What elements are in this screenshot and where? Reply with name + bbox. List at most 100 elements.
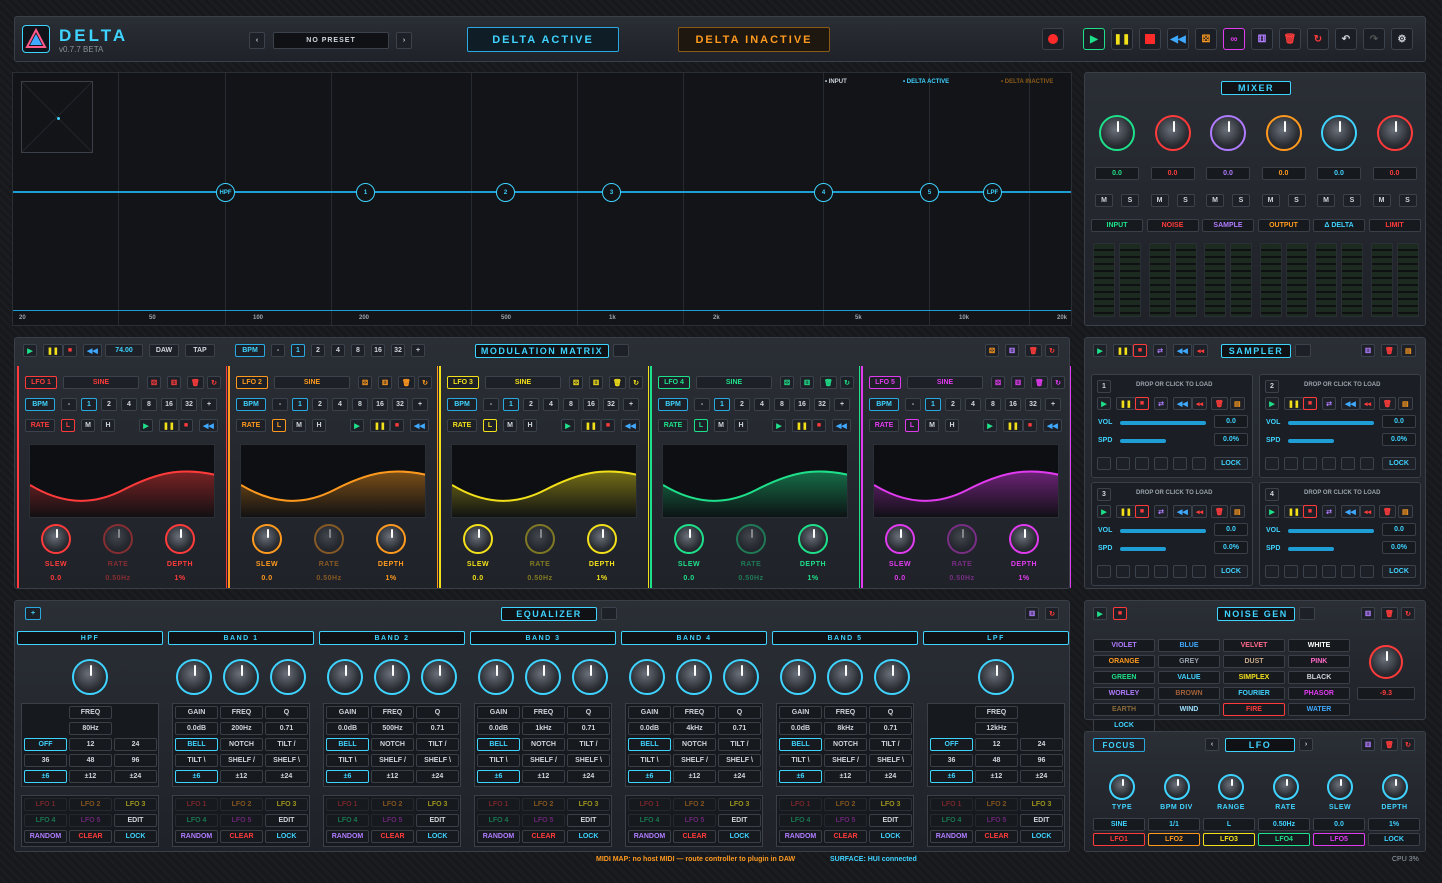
eq-param-knob[interactable]	[421, 659, 457, 695]
focus-lfo-select[interactable]: LFO4	[1258, 833, 1310, 846]
lfo-random-icon[interactable]: ⚄	[780, 376, 795, 389]
eq-range-6[interactable]: ±6	[477, 770, 520, 783]
lfo-play-icon[interactable]: ▶	[139, 419, 153, 432]
noise-type-button[interactable]: GREY	[1158, 655, 1220, 668]
eq-node-handle[interactable]: 3	[602, 183, 621, 202]
slot-step-button[interactable]	[1322, 457, 1336, 470]
noise-reset-icon[interactable]: ↻	[1401, 607, 1415, 620]
eq-mod-lfo5[interactable]: LFO 5	[522, 814, 565, 827]
eq-range-6[interactable]: ±6	[779, 770, 822, 783]
lfo-slew-knob[interactable]	[674, 524, 704, 554]
eq-range-6[interactable]: ±6	[326, 770, 369, 783]
lfo-play-icon[interactable]: ▶	[983, 419, 997, 432]
eq-mod-lfo1[interactable]: LFO 1	[24, 798, 67, 811]
lfo-dice-icon[interactable]: ⚅	[167, 376, 182, 389]
mod-trash-icon[interactable]: 🗑	[1025, 344, 1042, 357]
lfo-division-button[interactable]: 16	[161, 398, 177, 411]
slot-lock-button[interactable]: LOCK	[1382, 457, 1416, 470]
eq-type-shelf-down[interactable]: SHELF \	[869, 754, 912, 767]
lfo-random-icon[interactable]: ⚄	[147, 376, 162, 389]
lfo-mode-h[interactable]: H	[523, 419, 537, 432]
pause-icon[interactable]: ❚❚	[1111, 28, 1133, 50]
lfo-division-button[interactable]: -	[272, 398, 288, 411]
solo-button[interactable]: S	[1287, 194, 1306, 207]
eq-freq-value[interactable]: 80Hz	[69, 722, 112, 735]
lfo-reset-icon[interactable]: ↻	[629, 376, 643, 389]
slot-transport-button[interactable]: ▶	[1097, 505, 1111, 518]
daw-button[interactable]: DAW	[149, 344, 179, 357]
slot-transport-button[interactable]: ❚❚	[1284, 397, 1304, 410]
eq-type-shelf-down[interactable]: SHELF \	[567, 754, 610, 767]
eq-mod-lfo2[interactable]: LFO 2	[975, 798, 1018, 811]
lfo-mode-m[interactable]: M	[925, 419, 939, 432]
slot-step-button[interactable]	[1192, 565, 1206, 578]
eq-mod-lfo4[interactable]: LFO 4	[779, 814, 822, 827]
slot-transport-button[interactable]: ▶	[1265, 397, 1279, 410]
randomize-icon[interactable]: ⚄	[1195, 28, 1217, 50]
eq-type-shelf-up[interactable]: SHELF /	[371, 754, 414, 767]
eq-range-24[interactable]: ±24	[869, 770, 912, 783]
slot-step-button[interactable]	[1097, 565, 1111, 578]
slot-step-button[interactable]	[1360, 457, 1374, 470]
focus-lfo-select[interactable]: LFO2	[1148, 833, 1200, 846]
eq-type-tilt[interactable]: TILT /	[416, 738, 459, 751]
lfo-name[interactable]: LFO 5	[869, 376, 901, 389]
eq-slope-96[interactable]: 96	[114, 754, 157, 767]
focus-reset-icon[interactable]: ↻	[1401, 738, 1415, 751]
eq-type-notch[interactable]: NOTCH	[522, 738, 565, 751]
eq-type-tilt-down[interactable]: TILT \	[175, 754, 218, 767]
noise-type-button[interactable]: WORLEY	[1093, 687, 1155, 700]
lfo-division-button[interactable]: 8	[774, 398, 790, 411]
sampler-pause-icon[interactable]: ❚❚	[1113, 344, 1133, 357]
eq-range-6[interactable]: ±6	[930, 770, 973, 783]
trash-icon[interactable]: 🗑	[1279, 28, 1301, 50]
lfo-name[interactable]: LFO 3	[447, 376, 479, 389]
focus-lfo-select[interactable]: LFO1	[1093, 833, 1145, 846]
lfo-division-button[interactable]: 4	[121, 398, 137, 411]
eq-mod-lfo1[interactable]: LFO 1	[326, 798, 369, 811]
bpm-division-button[interactable]: 4	[331, 344, 345, 357]
slot-transport-button[interactable]: ⇄	[1154, 505, 1168, 518]
eq-param-knob[interactable]	[780, 659, 816, 695]
eq-mod-lfo5[interactable]: LFO 5	[371, 814, 414, 827]
lfo-division-button[interactable]: 32	[1025, 398, 1041, 411]
lfo-mode-m[interactable]: M	[714, 419, 728, 432]
eq-mod-lfo4[interactable]: LFO 4	[628, 814, 671, 827]
dice-icon[interactable]: ⚅	[1251, 28, 1273, 50]
lfo-division-button[interactable]: 4	[754, 398, 770, 411]
slot-step-button[interactable]	[1284, 457, 1298, 470]
slot-transport-button[interactable]: ❚❚	[1284, 505, 1304, 518]
noise-toggle[interactable]	[1299, 607, 1315, 620]
solo-button[interactable]: S	[1176, 194, 1195, 207]
eq-mod-lfo2[interactable]: LFO 2	[371, 798, 414, 811]
slot-step-button[interactable]	[1097, 457, 1111, 470]
lfo-play-icon[interactable]: ▶	[350, 419, 364, 432]
slot-transport-button[interactable]: ▤	[1230, 397, 1245, 410]
lfo-wave-select[interactable]: SINE	[696, 376, 772, 389]
lfo-dice-icon[interactable]: ⚅	[589, 376, 604, 389]
bpm-division-button[interactable]: 32	[391, 344, 405, 357]
eq-mod-lfo2[interactable]: LFO 2	[220, 798, 263, 811]
lfo-depth-knob[interactable]	[587, 524, 617, 554]
eq-mod-edit[interactable]: EDIT	[567, 814, 610, 827]
eq-slope-96[interactable]: 96	[1020, 754, 1063, 767]
eq-mod-lfo5[interactable]: LFO 5	[220, 814, 263, 827]
lfo-wave-select[interactable]: SINE	[485, 376, 561, 389]
slot-step-button[interactable]	[1341, 457, 1355, 470]
rewind-icon[interactable]: ◀◀	[1167, 28, 1189, 50]
eq-random-button[interactable]: RANDOM	[175, 830, 218, 843]
mod-rewind-icon[interactable]: ◀◀	[83, 344, 102, 357]
lfo-division-button[interactable]: 8	[352, 398, 368, 411]
lfo-trash-icon[interactable]: 🗑	[609, 376, 626, 389]
eq-type-tilt[interactable]: TILT /	[567, 738, 610, 751]
sampler-loop-icon[interactable]: ⇄	[1153, 344, 1167, 357]
eq-mod-lfo2[interactable]: LFO 2	[824, 798, 867, 811]
eq-type-bell[interactable]: BELL	[326, 738, 369, 751]
focus-knob[interactable]	[1381, 774, 1408, 800]
slot-step-button[interactable]	[1154, 565, 1168, 578]
lfo-mode-l[interactable]: L	[272, 419, 286, 432]
lfo-rewind-icon[interactable]: ◀◀	[1043, 419, 1062, 432]
eq-clear-button[interactable]: CLEAR	[673, 830, 716, 843]
lfo-division-button[interactable]: 32	[603, 398, 619, 411]
focus-trash-icon[interactable]: 🗑	[1381, 738, 1398, 751]
